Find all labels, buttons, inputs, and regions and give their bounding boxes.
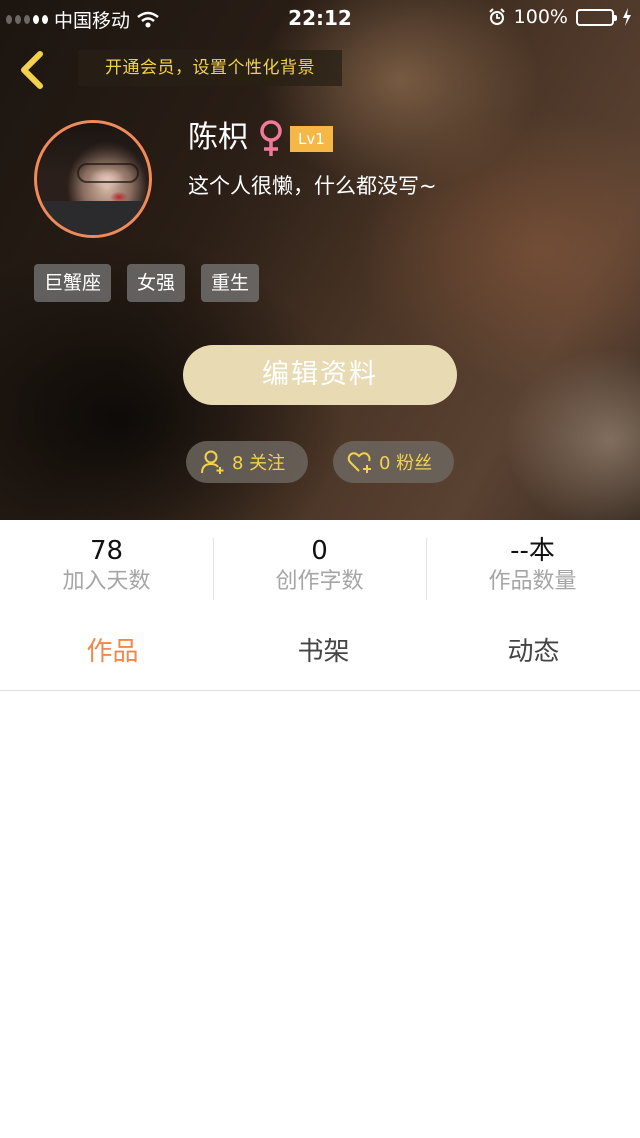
alarm-icon [488,8,505,25]
tag-list: 巨蟹座 女强 重生 [34,264,260,302]
profile-tabs: 作品 书架 动态 [0,620,640,691]
back-arrow-icon[interactable] [14,48,48,92]
status-right: 100% [488,6,632,28]
avatar[interactable] [34,120,152,238]
tag-item[interactable]: 重生 [201,264,260,302]
stat-value: --本 [510,536,555,566]
fans-button[interactable]: 0 粉丝 [333,441,454,483]
charging-icon [623,8,631,26]
stat-value: 0 [311,536,328,566]
following-count: 8 关注 [232,453,286,474]
edit-profile-button[interactable]: 编辑资料 [183,345,457,405]
tag-item[interactable]: 女强 [127,264,186,302]
following-button[interactable]: 8 关注 [186,441,308,483]
stat-label: 作品数量 [488,569,577,594]
tab-activity[interactable]: 动态 [427,632,640,672]
stats-bar: 78 加入天数 0 创作字数 --本 作品数量 [0,520,640,620]
stat-value: 78 [89,536,124,566]
level-badge: Lv1 [290,126,333,152]
avatar-coat [37,201,149,235]
fans-count: 0 粉丝 [379,453,433,474]
tab-bookshelf[interactable]: 书架 [217,632,430,672]
tag-item[interactable]: 巨蟹座 [34,264,112,302]
avatar-glasses [77,163,139,183]
stat-works-count: --本 作品数量 [426,536,639,598]
battery-percent: 100% [513,6,568,28]
stat-join-days: 78 加入天数 [0,536,213,598]
profile-header: 中国移动 22:12 100% 开通会员，设置个性化背景 陈枳 Lv1 这个人很… [0,0,640,520]
heart-plus-icon [347,452,371,473]
tab-works[interactable]: 作品 [6,632,219,672]
username: 陈枳 [188,120,248,155]
add-user-icon [201,450,224,474]
stat-label: 加入天数 [62,569,151,594]
stat-label: 创作字数 [275,569,364,594]
stat-word-count: 0 创作字数 [213,536,426,598]
user-bio: 这个人很懒，什么都没写~ [188,174,437,198]
female-gender-icon [260,120,282,156]
status-bar: 中国移动 22:12 100% [0,0,640,36]
battery-icon [576,8,617,26]
vip-background-banner[interactable]: 开通会员，设置个性化背景 [78,50,342,86]
tab-content-area [0,691,640,1138]
